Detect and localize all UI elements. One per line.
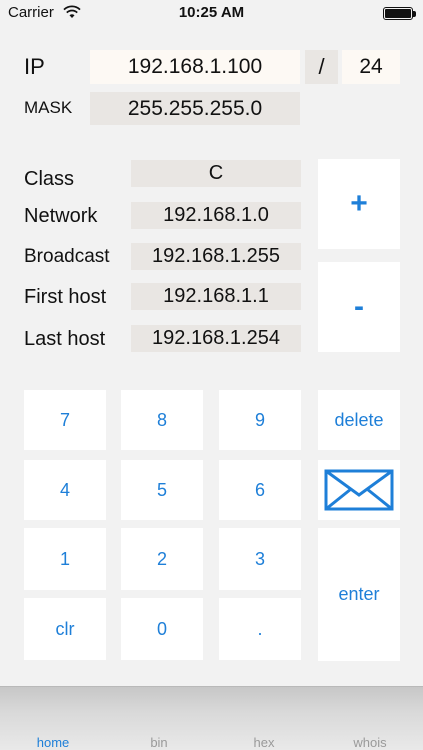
first-host-label: First host <box>24 286 107 308</box>
last-host-label: Last host <box>24 328 106 350</box>
key-6[interactable]: 6 <box>219 460 301 520</box>
key-8[interactable]: 8 <box>121 390 203 450</box>
battery-tip <box>413 11 416 17</box>
key-0[interactable]: 0 <box>121 598 203 660</box>
key-3[interactable]: 3 <box>219 528 301 590</box>
delete-button[interactable]: delete <box>318 390 400 450</box>
increment-button[interactable]: + <box>318 159 400 249</box>
key-4[interactable]: 4 <box>24 460 106 520</box>
key-2[interactable]: 2 <box>121 528 203 590</box>
status-bar: Carrier 10:25 AM <box>0 0 423 28</box>
email-button[interactable] <box>318 460 400 520</box>
battery-icon <box>383 7 413 20</box>
ip-label: IP <box>24 54 45 79</box>
class-label: Class <box>24 168 75 190</box>
tab-bin[interactable]: bin <box>106 735 212 750</box>
last-host-value: 192.168.1.254 <box>131 325 301 352</box>
broadcast-value: 192.168.1.255 <box>131 243 301 270</box>
broadcast-label: Broadcast <box>24 246 110 267</box>
key-9[interactable]: 9 <box>219 390 301 450</box>
enter-button[interactable]: enter <box>318 528 400 661</box>
clock: 10:25 AM <box>178 4 245 21</box>
key-1[interactable]: 1 <box>24 528 106 590</box>
slash-separator: / <box>305 50 338 84</box>
key-dot[interactable]: . <box>219 598 301 660</box>
tab-home[interactable]: home <box>0 735 106 750</box>
tab-bar: home bin hex whois <box>0 686 423 750</box>
mask-label: MASK <box>24 98 73 117</box>
decrement-button[interactable]: - <box>318 262 400 352</box>
network-label: Network <box>24 205 98 227</box>
key-5[interactable]: 5 <box>121 460 203 520</box>
clear-button[interactable]: clr <box>24 598 106 660</box>
envelope-icon <box>324 469 394 511</box>
first-host-value: 192.168.1.1 <box>131 283 301 310</box>
tab-whois[interactable]: whois <box>317 735 423 750</box>
mask-input[interactable]: 255.255.255.0 <box>90 92 300 125</box>
prefix-input[interactable]: 24 <box>342 50 400 84</box>
tab-hex[interactable]: hex <box>211 735 317 750</box>
ip-input[interactable]: 192.168.1.100 <box>90 50 300 84</box>
class-value: C <box>131 160 301 187</box>
network-value: 192.168.1.0 <box>131 202 301 229</box>
key-7[interactable]: 7 <box>24 390 106 450</box>
